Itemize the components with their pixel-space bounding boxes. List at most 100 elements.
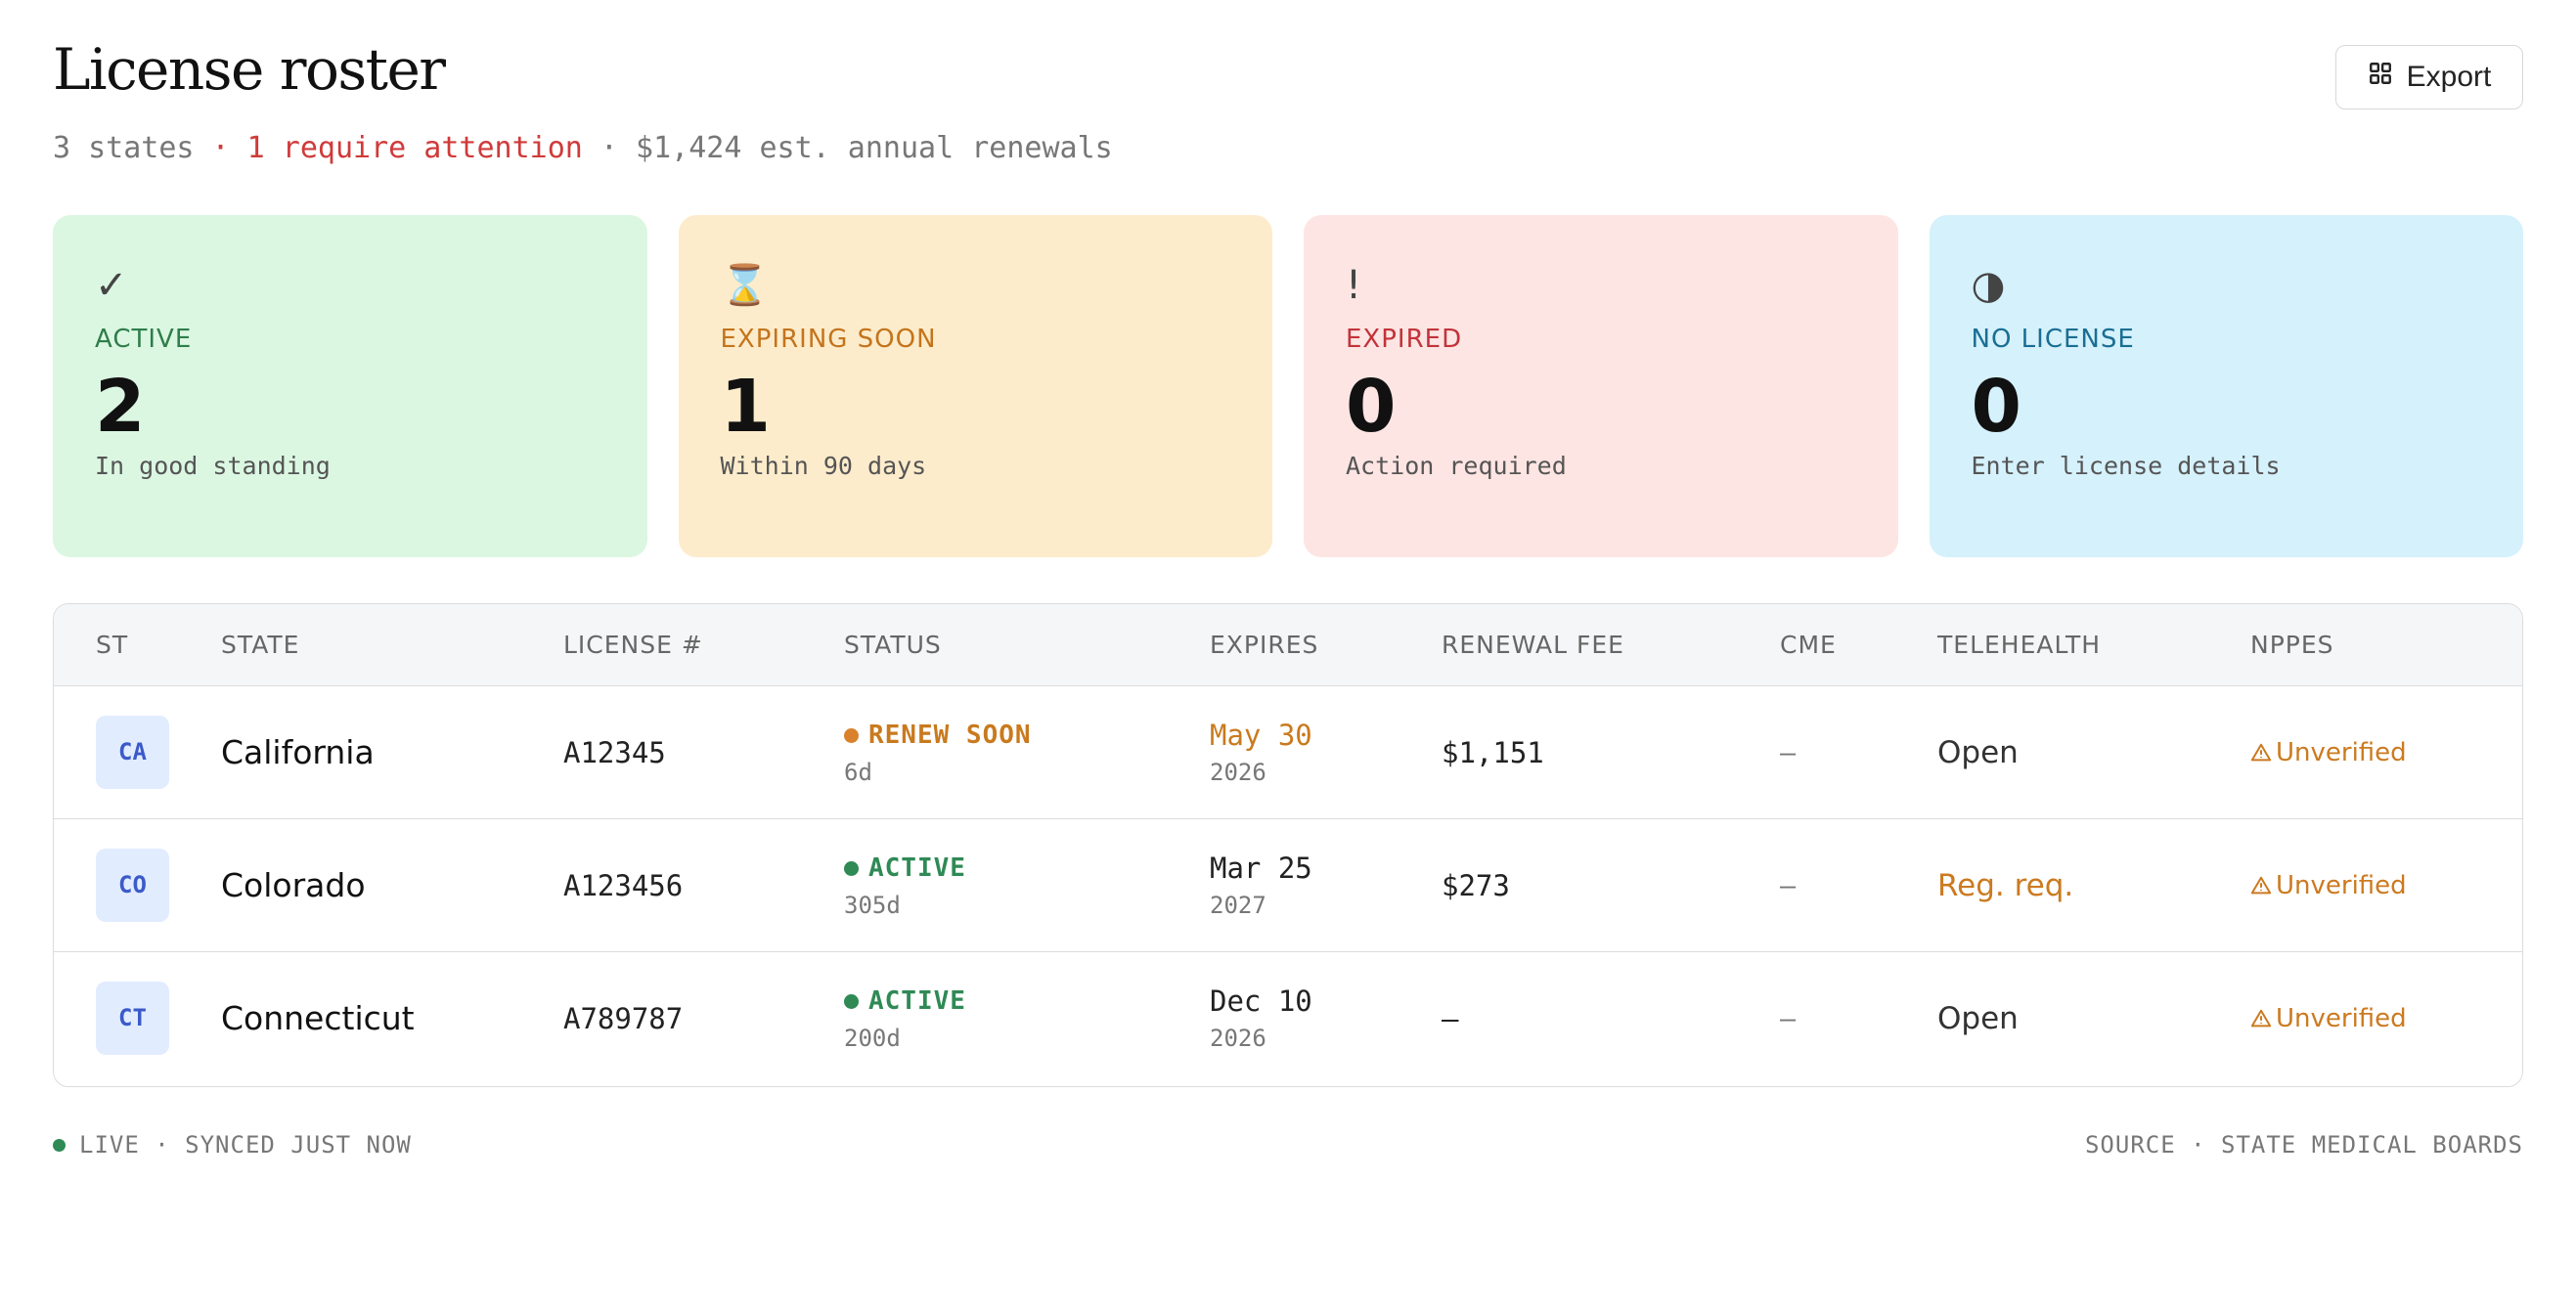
status-cell: RENEW SOON 6d [844,718,1032,786]
column-header-renewal-fee[interactable]: RENEWAL FEE [1442,604,1624,686]
status-label: ACTIVE [868,986,966,1016]
state-name: California [221,733,375,771]
nppes-label: Unverified [2276,1004,2407,1033]
card-count: 0 [1346,365,1397,449]
expires-year: 2026 [1210,1025,1266,1052]
renewal-fee: $273 [1442,869,1510,902]
expires-cell: Dec 10 2026 [1210,984,1312,1052]
card-no-license[interactable]: ◑ NO LICENSE 0 Enter license details [1929,215,2523,557]
status-badge: ACTIVE [844,984,966,1019]
export-button[interactable]: Export [2335,45,2523,109]
column-header-nppes[interactable]: NPPES [2250,604,2334,686]
telehealth-value: Reg. req. [1937,868,2074,903]
nppes-status[interactable]: Unverified [2250,819,2407,952]
warning-icon [2250,1009,2272,1028]
column-header-cme[interactable]: CME [1780,604,1837,686]
telehealth-value: Open [1937,735,2019,770]
card-description: Within 90 days [720,452,927,480]
status-badge: ACTIVE [844,851,966,886]
status-days: 6d [844,759,872,786]
card-count: 2 [95,365,146,449]
license-number: A789787 [563,1002,684,1035]
check-icon: ✓ [95,263,128,308]
table-row[interactable]: CO Colorado A123456 ACTIVE 305d Mar 25 2… [54,819,2522,952]
card-expiring-soon[interactable]: ⌛ EXPIRING SOON 1 Within 90 days [678,215,1272,557]
card-description: In good standing [95,452,331,480]
hourglass-icon: ⌛ [720,263,770,308]
cme-value: – [1780,1003,1797,1034]
license-number: A123456 [563,869,684,902]
state-name: Connecticut [221,999,415,1037]
summary-cards: ✓ ACTIVE 2 In good standing ⌛ EXPIRING S… [53,215,2523,557]
expires-date: May 30 [1210,719,1312,752]
card-label: ACTIVE [95,325,193,354]
page-header: License roster 3 states · 1 require atte… [53,35,2523,172]
state-code-badge: CA [96,716,169,789]
status-dot-icon [844,860,859,876]
nppes-status[interactable]: Unverified [2250,952,2407,1085]
expires-cell: Mar 25 2027 [1210,851,1312,919]
sync-status: LIVE · SYNCED JUST NOW [53,1131,412,1159]
column-header-expires[interactable]: EXPIRES [1210,604,1318,686]
card-description: Action required [1346,452,1567,480]
column-header-status[interactable]: STATUS [844,604,942,686]
page-title: License roster [53,36,446,103]
card-description: Enter license details [1971,452,2281,480]
license-number: A12345 [563,736,666,769]
state-code-badge: CT [96,982,169,1055]
expires-cell: May 30 2026 [1210,718,1312,786]
cme-value: – [1780,737,1797,768]
nppes-status[interactable]: Unverified [2250,686,2407,819]
card-count: 0 [1971,365,2022,449]
cme-value: – [1780,870,1797,901]
status-label: ACTIVE [868,853,966,883]
card-label: EXPIRING SOON [720,325,937,354]
table-header: ST STATE LICENSE # STATUS EXPIRES RENEWA… [54,604,2522,686]
data-source: SOURCE · STATE MEDICAL BOARDS [2084,1131,2523,1159]
status-label: RENEW SOON [868,721,1032,750]
status-badge: RENEW SOON [844,718,1032,753]
status-cell: ACTIVE 200d [844,984,966,1052]
state-code-badge: CO [96,849,169,922]
column-header-st[interactable]: ST [96,604,128,686]
subtitle-renewals: · $1,424 est. annual renewals [582,131,1113,165]
card-expired[interactable]: ! EXPIRED 0 Action required [1304,215,1898,557]
subtitle-states: 3 states [53,131,195,165]
telehealth-value: Open [1937,1001,2019,1036]
page-footer: LIVE · SYNCED JUST NOW SOURCE · STATE ME… [53,1131,2523,1170]
state-name: Colorado [221,866,366,904]
license-table: ST STATE LICENSE # STATUS EXPIRES RENEWA… [53,603,2523,1087]
exclamation-icon: ! [1346,263,1362,308]
status-dot-icon [844,993,859,1009]
export-label: Export [2406,61,2492,93]
status-dot-icon [844,727,859,743]
expires-year: 2026 [1210,759,1266,786]
card-label: NO LICENSE [1971,325,2135,354]
page-subtitle: 3 states · 1 require attention · $1,424 … [53,129,2523,168]
expires-year: 2027 [1210,892,1266,919]
card-count: 1 [720,365,772,449]
status-cell: ACTIVE 305d [844,851,966,919]
nppes-label: Unverified [2276,738,2407,767]
subtitle-attention: · 1 require attention [194,131,583,165]
table-row[interactable]: CA California A12345 RENEW SOON 6d May 3… [54,686,2522,819]
card-label: EXPIRED [1346,325,1463,354]
sync-status-label: LIVE · SYNCED JUST NOW [79,1131,412,1159]
status-days: 200d [844,1025,901,1052]
renewal-fee: $1,151 [1442,736,1544,769]
live-dot-icon [53,1138,66,1152]
card-active[interactable]: ✓ ACTIVE 2 In good standing [53,215,647,557]
warning-icon [2250,743,2272,762]
nppes-label: Unverified [2276,871,2407,900]
status-days: 305d [844,892,901,919]
column-header-license[interactable]: LICENSE # [563,604,703,686]
renewal-fee: – [1442,1002,1459,1035]
grid-icon [2368,61,2393,94]
expires-date: Mar 25 [1210,852,1312,885]
column-header-telehealth[interactable]: TELEHEALTH [1937,604,2101,686]
column-header-state[interactable]: STATE [221,604,299,686]
half-circle-icon: ◑ [1971,263,2006,308]
warning-icon [2250,876,2272,895]
expires-date: Dec 10 [1210,984,1312,1018]
table-row[interactable]: CT Connecticut A789787 ACTIVE 200d Dec 1… [54,952,2522,1085]
